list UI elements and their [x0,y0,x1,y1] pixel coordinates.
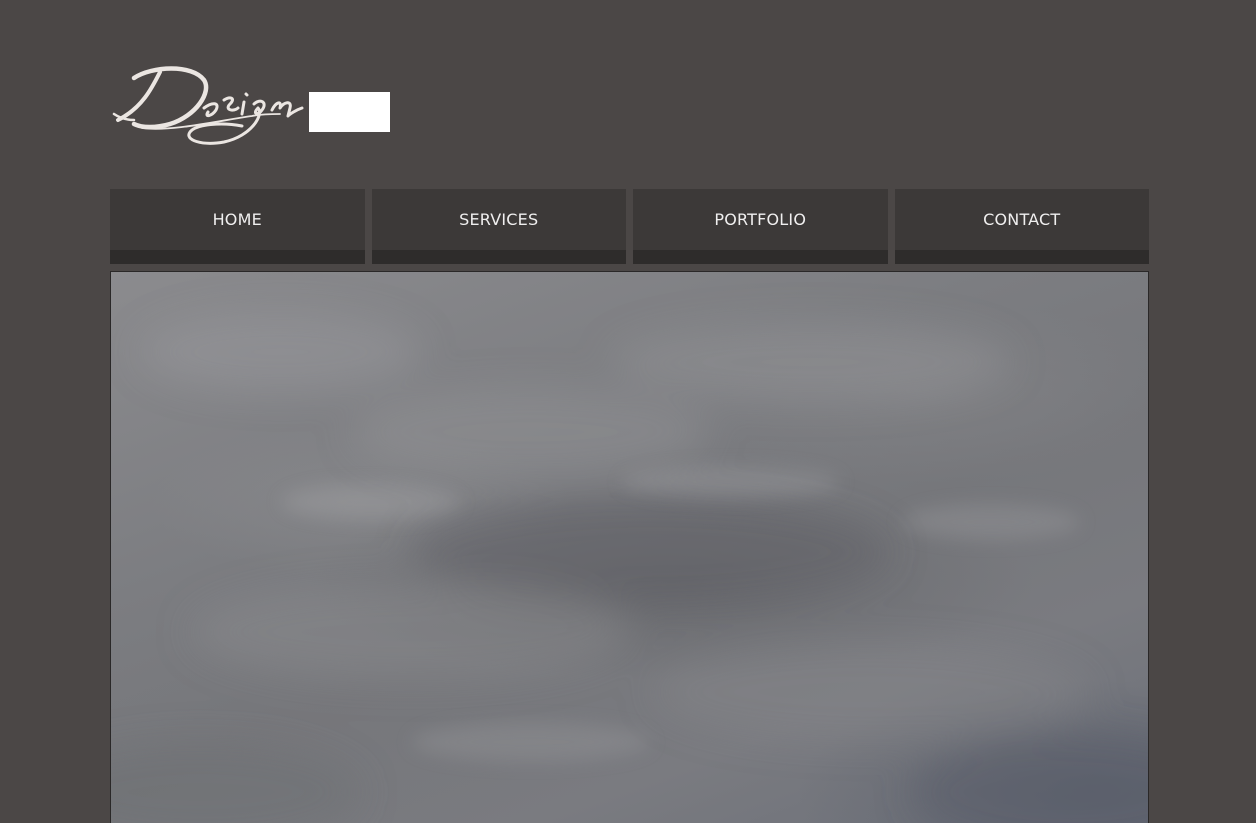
cloud-texture [111,312,1148,823]
nav-item-label: HOME [212,210,262,229]
page: HOME SERVICES PORTFOLIO CONTACT [0,0,1256,823]
nav-item-label: PORTFOLIO [714,210,807,229]
hero-sky-image [110,271,1149,823]
nav-item-services[interactable]: SERVICES [371,189,626,264]
nav-item-home[interactable]: HOME [110,189,365,264]
logo-tagline-box [309,92,390,132]
nav-item-label: CONTACT [983,210,1061,229]
nav-item-label: SERVICES [459,210,539,229]
design-logo[interactable] [112,58,308,150]
nav-item-contact[interactable]: CONTACT [894,189,1149,264]
main-navigation: HOME SERVICES PORTFOLIO CONTACT [110,189,1149,264]
nav-item-portfolio[interactable]: PORTFOLIO [633,189,888,264]
